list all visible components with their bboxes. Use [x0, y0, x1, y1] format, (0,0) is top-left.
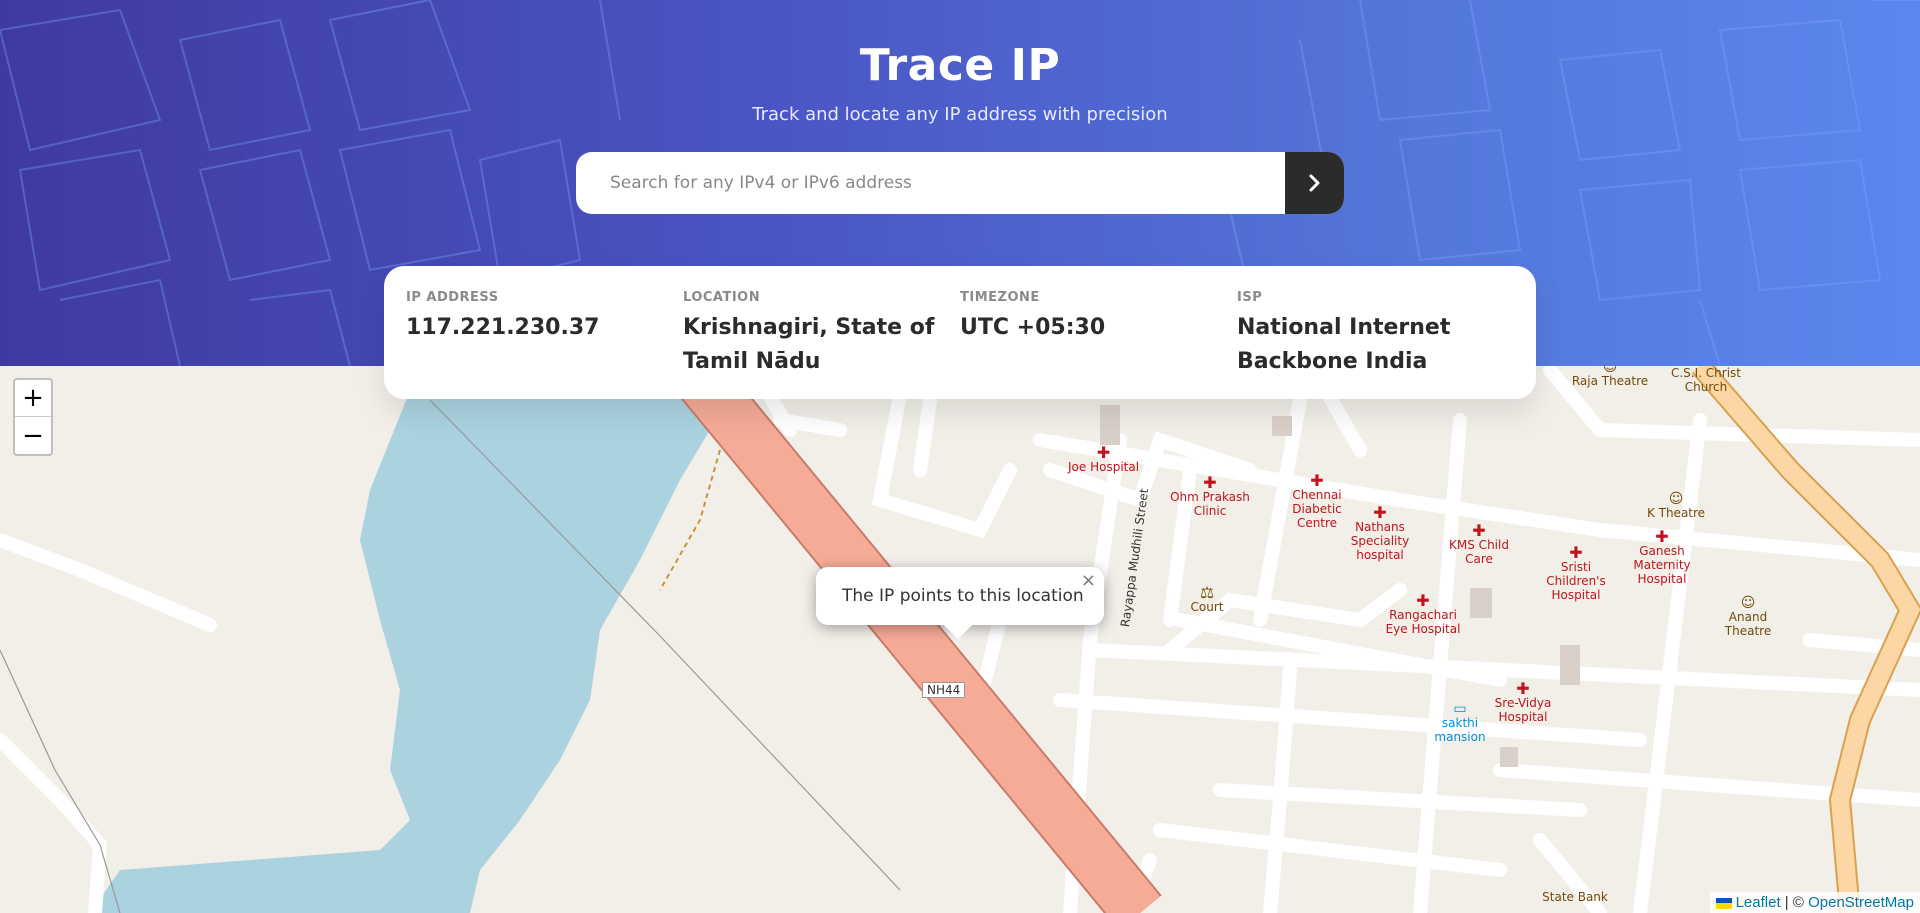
hospital-poi-kms-child[interactable]: ✚ KMS Child Care — [1448, 521, 1510, 567]
poi-label: sakthi mansion — [1434, 716, 1486, 744]
hospital-icon: ✚ — [1096, 443, 1111, 462]
hospital-icon: ✚ — [1655, 527, 1669, 546]
poi-label: Rangachari Eye Hospital — [1385, 608, 1461, 636]
poi-label: Court — [1190, 600, 1224, 614]
location-section: LOCATION Krishnagiri, State of Tamil Nād… — [683, 290, 960, 375]
poi-label: Chennai Diabetic Centre — [1292, 488, 1342, 530]
isp-section: ISP National Internet Backbone India — [1237, 290, 1514, 375]
leaflet-link[interactable]: Leaflet — [1736, 894, 1781, 911]
timezone-label: TIMEZONE — [960, 290, 1040, 305]
isp-value: National Internet Backbone India — [1237, 315, 1451, 374]
isp-label: ISP — [1237, 290, 1263, 305]
hospital-poi-sristi[interactable]: ✚ Sristi Children's Hospital — [1530, 543, 1622, 603]
poi-label: State Bank — [1542, 890, 1608, 904]
map-attribution: Leaflet | © OpenStreetMap — [1709, 892, 1920, 913]
hospital-icon: ✚ — [1203, 473, 1217, 492]
ip-search-input[interactable] — [576, 152, 1285, 214]
zoom-in-button[interactable]: + — [15, 380, 51, 417]
poi-label: Joe Hospital — [1068, 460, 1140, 474]
church-poi-csi[interactable]: C.S.I. Christ Church — [1666, 366, 1746, 394]
poi-label: Sre-Vidya Hospital — [1494, 696, 1552, 724]
court-poi[interactable]: ⚖ Court — [1185, 583, 1229, 615]
attribution-separator: | © — [1780, 894, 1809, 911]
timezone-section: TIMEZONE UTC +05:30 — [960, 290, 1237, 375]
poi-label: Sristi Children's Hospital — [1546, 560, 1606, 602]
hospital-poi-rangachari[interactable]: ✚ Rangachari Eye Hospital — [1383, 591, 1463, 637]
hospital-icon: ✚ — [1310, 471, 1324, 490]
theatre-icon: ☺ — [1602, 366, 1618, 375]
ip-info-card: IP ADDRESS 117.221.230.37 LOCATION Krish… — [384, 266, 1536, 399]
hospital-icon: ✚ — [1373, 503, 1387, 522]
map-tiles — [0, 366, 1920, 913]
timezone-value: UTC +05:30 — [960, 315, 1106, 340]
highway-shield: NH44 — [922, 682, 966, 698]
hospital-poi-chennai-diabetic[interactable]: ✚ Chennai Diabetic Centre — [1290, 471, 1344, 531]
zoom-controls: + − — [13, 378, 53, 456]
ip-address-label: IP ADDRESS — [406, 290, 499, 305]
hotel-poi-sakthi[interactable]: ▭ sakthi mansion — [1430, 702, 1490, 744]
theatre-poi-anand[interactable]: ☺ Anand Theatre — [1712, 596, 1784, 638]
search-submit-button[interactable] — [1285, 152, 1344, 214]
poi-label: Ganesh Maternity Hospital — [1633, 544, 1691, 586]
poi-label: Raja Theatre — [1571, 374, 1649, 388]
search-bar — [576, 152, 1344, 214]
hospital-poi-nathans[interactable]: ✚ Nathans Speciality hospital — [1350, 503, 1410, 563]
poi-label: Ohm Prakash Clinic — [1170, 490, 1250, 518]
chevron-right-icon — [1309, 174, 1319, 192]
location-popup: The IP points to this location × — [816, 567, 1104, 640]
hospital-icon: ✚ — [1516, 679, 1530, 698]
ukraine-flag-icon — [1715, 897, 1732, 909]
bed-icon: ▭ — [1453, 701, 1467, 717]
poi-label: Nathans Speciality hospital — [1350, 520, 1410, 562]
hospital-icon: ✚ — [1472, 521, 1486, 540]
poi-label: KMS Child Care — [1449, 538, 1509, 566]
location-value: Krishnagiri, State of Tamil Nādu — [683, 315, 935, 374]
hospital-poi-joe[interactable]: ✚ Joe Hospital — [1068, 443, 1140, 475]
page-subtitle: Track and locate any IP address with pre… — [752, 104, 1168, 125]
hospital-poi-ganesh[interactable]: ✚ Ganesh Maternity Hospital — [1630, 527, 1694, 587]
openstreetmap-link[interactable]: OpenStreetMap — [1808, 894, 1914, 911]
poi-label: C.S.I. Christ Church — [1670, 366, 1741, 394]
hospital-poi-sre-vidya[interactable]: ✚ Sre-Vidya Hospital — [1490, 679, 1556, 725]
popup-close-button[interactable]: × — [1081, 570, 1096, 591]
hospital-icon: ✚ — [1416, 591, 1430, 610]
theatre-poi-raja[interactable]: ☺ Raja Theatre — [1570, 366, 1650, 388]
location-label: LOCATION — [683, 290, 761, 305]
hospital-icon: ✚ — [1569, 543, 1583, 562]
theatre-icon: ☺ — [1668, 491, 1684, 507]
scales-icon: ⚖ — [1199, 583, 1215, 602]
zoom-out-button[interactable]: − — [15, 417, 51, 454]
map-view[interactable]: ✚ Joe Hospital ✚ Ohm Prakash Clinic ✚ Ch… — [0, 366, 1920, 913]
page-title: Trace IP — [859, 40, 1061, 91]
popup-text: The IP points to this location — [842, 586, 1084, 606]
poi-label: Anand Theatre — [1724, 610, 1772, 638]
bank-poi-state[interactable]: State Bank — [1540, 890, 1610, 904]
hospital-poi-ohm-prakash[interactable]: ✚ Ohm Prakash Clinic — [1170, 473, 1250, 519]
theatre-poi-k[interactable]: ☺ K Theatre — [1640, 492, 1712, 520]
theatre-icon: ☺ — [1740, 595, 1756, 611]
ip-address-section: IP ADDRESS 117.221.230.37 — [406, 290, 683, 375]
ip-address-value: 117.221.230.37 — [406, 315, 600, 340]
poi-label: K Theatre — [1646, 506, 1706, 520]
